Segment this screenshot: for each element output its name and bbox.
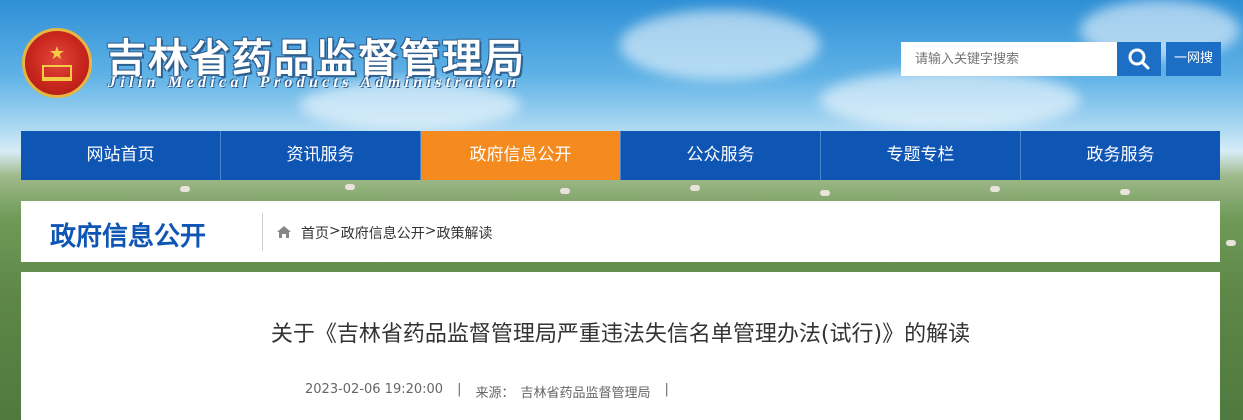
meta-separator: | [664, 382, 669, 397]
nav-item-gov-info[interactable]: 政府信息公开 [421, 131, 621, 180]
nav-item-news[interactable]: 资讯服务 [221, 131, 421, 180]
search-input[interactable] [901, 42, 1117, 76]
sheep-decoration [560, 188, 570, 194]
sheep-decoration [1120, 189, 1130, 195]
source-value: 吉林省药品监督管理局 [520, 386, 651, 401]
meta-separator: | [457, 382, 462, 397]
article-title: 关于《吉林省药品监督管理局严重违法失信名单管理办法(试行)》的解读 [270, 322, 971, 347]
nav-item-special-topics[interactable]: 专题专栏 [821, 131, 1021, 180]
sheep-decoration [690, 185, 700, 191]
article-meta: 2023-02-06 19:20:00 | 来源： 吉林省药品监督管理局 | [305, 382, 683, 401]
article-date: 2023-02-06 19:20:00 [305, 382, 444, 397]
breadcrumb: 首页 > 政府信息公开 > 政策解读 [301, 223, 492, 243]
main-nav: 网站首页 资讯服务 政府信息公开 公众服务 专题专栏 政务服务 [21, 131, 1220, 180]
nav-item-home[interactable]: 网站首页 [21, 131, 221, 180]
section-divider [262, 213, 263, 251]
breadcrumb-separator: > [329, 223, 341, 239]
section-title: 政府信息公开 [50, 222, 207, 252]
sheep-decoration [1226, 240, 1236, 246]
sheep-decoration [180, 186, 190, 192]
one-net-search-button[interactable]: 一网搜 [1166, 42, 1221, 76]
breadcrumb-policy-interpretation-link[interactable]: 政策解读 [436, 223, 492, 243]
source-label: 来源： [475, 386, 515, 401]
sheep-decoration [345, 184, 355, 190]
national-emblem-icon: ★ [22, 28, 92, 98]
home-icon [277, 226, 291, 238]
site-header: ★ 吉林省药品监督管理局 Jilin Medical Products Admi… [0, 0, 1243, 130]
section-bar: 政府信息公开 首页 > 政府信息公开 > 政策解读 [21, 201, 1220, 262]
breadcrumb-gov-info-link[interactable]: 政府信息公开 [341, 223, 425, 243]
sheep-decoration [820, 190, 830, 196]
search-button[interactable] [1117, 42, 1161, 76]
sheep-decoration [990, 186, 1000, 192]
site-subtitle: Jilin Medical Products Administration [108, 74, 521, 91]
breadcrumb-separator: > [424, 223, 437, 239]
search-icon [1128, 48, 1150, 70]
breadcrumb-home-link[interactable]: 首页 [301, 223, 329, 243]
article-content: 关于《吉林省药品监督管理局严重违法失信名单管理办法(试行)》的解读 2023-0… [21, 272, 1220, 420]
nav-item-public-service[interactable]: 公众服务 [621, 131, 821, 180]
nav-item-gov-service[interactable]: 政务服务 [1021, 131, 1220, 180]
